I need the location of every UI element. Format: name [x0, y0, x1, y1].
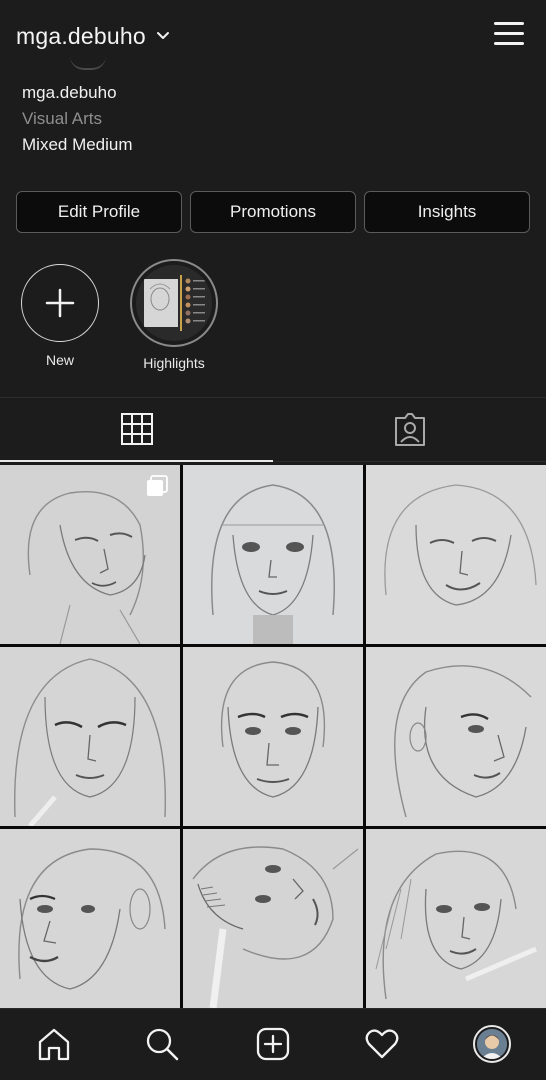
- chevron-down-icon: [156, 32, 169, 39]
- promotions-button[interactable]: Promotions: [190, 191, 356, 233]
- nav-activity[interactable]: [362, 1024, 402, 1064]
- account-switcher[interactable]: mga.debuho: [16, 20, 170, 52]
- grid-icon: [120, 413, 153, 445]
- heart-icon: [365, 1029, 399, 1059]
- highlight-cover-image: [136, 265, 212, 341]
- plus-icon: [45, 288, 75, 318]
- profile-bio: mga.debuho Visual Arts Mixed Medium: [22, 80, 133, 158]
- highlight-label: Highlights: [143, 355, 205, 371]
- nav-create[interactable]: [253, 1024, 293, 1064]
- pencil-portrait-image: [0, 647, 180, 826]
- home-icon: [38, 1028, 70, 1061]
- post-thumbnail[interactable]: [0, 465, 180, 644]
- post-thumbnail[interactable]: [366, 465, 546, 644]
- post-thumbnail[interactable]: [0, 647, 180, 826]
- profile-actions: Edit Profile Promotions Insights: [16, 191, 530, 233]
- search-icon: [146, 1028, 179, 1061]
- story-highlights: New Highlights: [0, 258, 546, 378]
- tab-tagged[interactable]: [273, 398, 546, 462]
- bottom-navigation: [0, 1008, 546, 1080]
- tab-posts-grid[interactable]: [0, 398, 273, 462]
- add-post-icon: [256, 1027, 290, 1061]
- bio-category: Visual Arts: [22, 109, 103, 128]
- posts-grid: [0, 465, 546, 1008]
- nav-search[interactable]: [142, 1024, 182, 1064]
- pencil-portrait-image: [183, 829, 363, 1008]
- bio-name: mga.debuho: [22, 83, 117, 102]
- bio-text: Mixed Medium: [22, 135, 133, 154]
- post-thumbnail[interactable]: [183, 829, 363, 1008]
- highlight-cover[interactable]: [130, 259, 218, 347]
- post-thumbnail[interactable]: [183, 465, 363, 644]
- edit-profile-button[interactable]: Edit Profile: [16, 191, 182, 233]
- profile-tabs: [0, 397, 546, 463]
- pencil-portrait-image: [183, 647, 363, 826]
- post-thumbnail[interactable]: [183, 647, 363, 826]
- pencil-portrait-image: [366, 465, 546, 644]
- nav-home[interactable]: [34, 1024, 74, 1064]
- tagged-person-icon: [394, 412, 425, 446]
- hamburger-menu-icon[interactable]: [494, 18, 524, 48]
- multiple-photos-icon: [147, 475, 168, 496]
- pencil-portrait-image: [366, 829, 546, 1008]
- highlight-item[interactable]: Highlights: [124, 258, 224, 371]
- top-bar: mga.debuho: [0, 0, 546, 70]
- pencil-portrait-image: [183, 465, 363, 644]
- new-highlight[interactable]: New: [10, 258, 110, 368]
- profile-avatar: [473, 1025, 511, 1063]
- profile-avatar-edge: [70, 56, 106, 70]
- avatar-image: [477, 1029, 507, 1059]
- nav-profile[interactable]: [472, 1024, 512, 1064]
- post-thumbnail[interactable]: [0, 829, 180, 1008]
- pencil-portrait-image: [366, 647, 546, 826]
- post-thumbnail[interactable]: [366, 829, 546, 1008]
- new-highlight-circle[interactable]: [21, 264, 99, 342]
- pencil-portrait-image: [0, 829, 180, 1008]
- post-thumbnail[interactable]: [366, 647, 546, 826]
- insights-button[interactable]: Insights: [364, 191, 530, 233]
- new-highlight-label: New: [45, 352, 74, 368]
- profile-username: mga.debuho: [16, 22, 146, 49]
